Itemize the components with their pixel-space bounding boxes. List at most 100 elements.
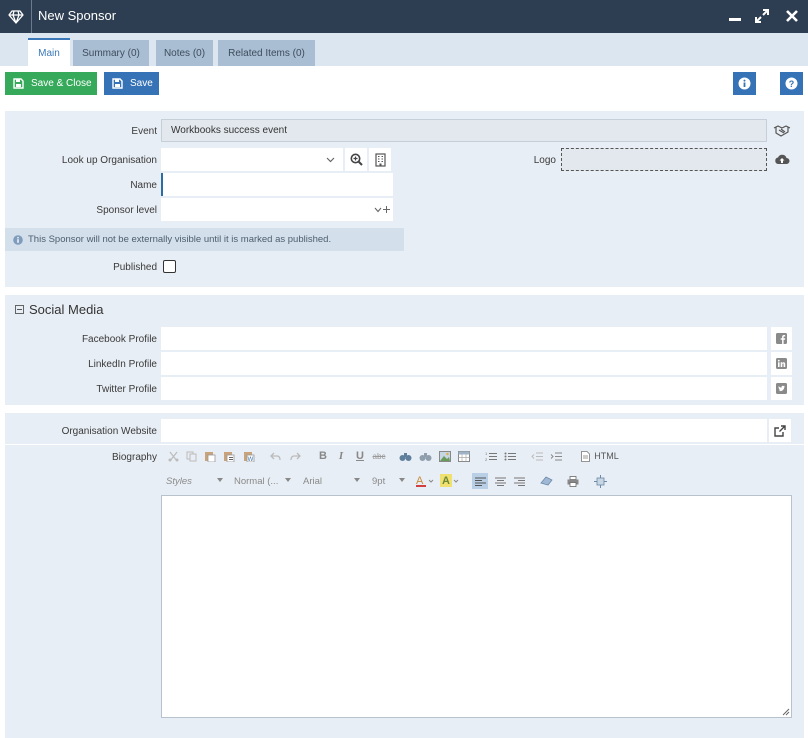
copy-icon[interactable] [184, 449, 198, 463]
format-dropdown[interactable]: Normal (... [231, 472, 293, 490]
outdent-icon[interactable] [530, 449, 544, 463]
organisation-building-button[interactable] [369, 148, 391, 171]
maximize-icon[interactable] [754, 7, 770, 25]
close-icon[interactable] [784, 7, 800, 25]
published-notice: This Sponsor will not be externally visi… [5, 228, 404, 251]
published-checkbox[interactable] [163, 260, 176, 273]
help-button[interactable]: ? [780, 72, 803, 95]
plus-icon[interactable] [383, 206, 390, 213]
numbered-list-icon[interactable]: 12 [484, 449, 498, 463]
redo-icon[interactable] [288, 449, 302, 463]
dropdown-arrow-icon [399, 478, 405, 482]
save-button[interactable]: Save [104, 72, 159, 95]
save-label: Save [130, 78, 153, 89]
facebook-profile-label: Facebook Profile [81, 334, 157, 345]
collapse-icon [15, 305, 24, 314]
dropdown-arrow-icon [285, 478, 291, 482]
linkedin-profile-input[interactable] [161, 352, 767, 375]
print-icon[interactable] [565, 473, 581, 489]
align-left-icon[interactable] [472, 473, 488, 489]
external-link-icon[interactable] [769, 419, 791, 442]
styles-dropdown[interactable]: Styles [163, 472, 225, 490]
twitter-icon[interactable] [771, 377, 792, 400]
font-value: Arial [303, 475, 323, 487]
replace-icon[interactable] [418, 449, 432, 463]
tab-summary[interactable]: Summary (0) [73, 40, 149, 66]
name-input[interactable] [161, 173, 393, 196]
twitter-profile-label: Twitter Profile [96, 384, 157, 395]
sponsor-level-label: Sponsor level [96, 205, 157, 216]
align-right-icon[interactable] [511, 473, 527, 489]
size-dropdown[interactable]: 9pt [369, 472, 407, 490]
cut-icon[interactable] [166, 449, 180, 463]
html-source-button[interactable]: HTML [577, 449, 623, 463]
save-and-close-label: Save & Close [31, 78, 92, 89]
lookup-organisation-select[interactable] [161, 148, 343, 171]
logo-drop-zone[interactable] [561, 148, 767, 171]
tab-notes[interactable]: Notes (0) [156, 40, 213, 66]
search-organisation-button[interactable] [345, 148, 367, 171]
paste-icon[interactable] [203, 449, 217, 463]
italic-icon[interactable]: I [334, 449, 348, 463]
svg-text:1: 1 [485, 451, 488, 456]
minimize-icon[interactable] [727, 7, 743, 25]
lookup-organisation-label: Look up Organisation [61, 155, 157, 166]
svg-text:2: 2 [485, 457, 488, 462]
bulleted-list-icon[interactable] [503, 449, 517, 463]
cloud-upload-icon[interactable] [771, 148, 793, 171]
facebook-icon[interactable] [771, 327, 792, 350]
tab-related-items[interactable]: Related Items (0) [218, 40, 315, 66]
svg-text:W: W [248, 457, 254, 462]
format-value: Normal (... [234, 475, 279, 487]
name-label: Name [130, 180, 157, 191]
handshake-icon[interactable] [771, 119, 793, 142]
source-icon [581, 450, 591, 462]
tab-main[interactable]: Main [28, 38, 70, 66]
table-icon[interactable] [457, 449, 471, 463]
image-icon[interactable] [438, 449, 452, 463]
zoom-in-icon [350, 153, 363, 166]
underline-icon[interactable]: U [353, 449, 367, 463]
resize-handle-icon[interactable] [782, 708, 790, 716]
strikethrough-icon[interactable]: abc [371, 449, 387, 463]
organisation-website-input[interactable] [161, 419, 767, 442]
font-dropdown[interactable]: Arial [300, 472, 362, 490]
background-color-icon[interactable]: A [439, 473, 461, 489]
facebook-profile-input[interactable] [161, 327, 767, 350]
text-color-icon[interactable]: A [414, 473, 436, 489]
info-button[interactable] [733, 72, 756, 95]
save-icon [13, 78, 24, 89]
logo-label: Logo [533, 155, 556, 166]
biography-editor[interactable] [161, 495, 792, 718]
find-icon[interactable] [398, 449, 412, 463]
styles-value: Styles [166, 475, 192, 487]
title-bar: New Sponsor [0, 0, 808, 33]
linkedin-icon[interactable] [771, 352, 792, 375]
bold-icon[interactable]: B [316, 449, 330, 463]
save-icon [112, 78, 123, 89]
indent-icon[interactable] [549, 449, 563, 463]
twitter-profile-input[interactable] [161, 377, 767, 400]
align-center-icon[interactable] [492, 473, 508, 489]
sponsor-level-select[interactable] [161, 198, 393, 221]
size-value: 9pt [372, 475, 386, 487]
event-value: Workbooks success event [171, 125, 287, 136]
paste-word-icon[interactable]: W [242, 449, 256, 463]
chevron-down-icon [374, 207, 382, 213]
info-icon [738, 77, 751, 90]
diamond-icon [0, 0, 32, 33]
linkedin-profile-label: LinkedIn Profile [88, 359, 157, 370]
maximize-editor-icon[interactable] [592, 473, 608, 489]
event-label: Event [131, 126, 157, 137]
save-and-close-button[interactable]: Save & Close [5, 72, 97, 95]
help-icon: ? [785, 77, 798, 90]
divider [5, 444, 804, 445]
eraser-icon[interactable] [538, 473, 554, 489]
event-field[interactable]: Workbooks success event [161, 119, 767, 142]
dropdown-arrow-icon [217, 478, 223, 482]
undo-icon[interactable] [268, 449, 282, 463]
chevron-down-icon [326, 157, 335, 163]
organisation-website-label: Organisation Website [61, 426, 157, 437]
social-media-header[interactable]: Social Media [15, 302, 103, 317]
paste-text-icon[interactable] [222, 449, 236, 463]
